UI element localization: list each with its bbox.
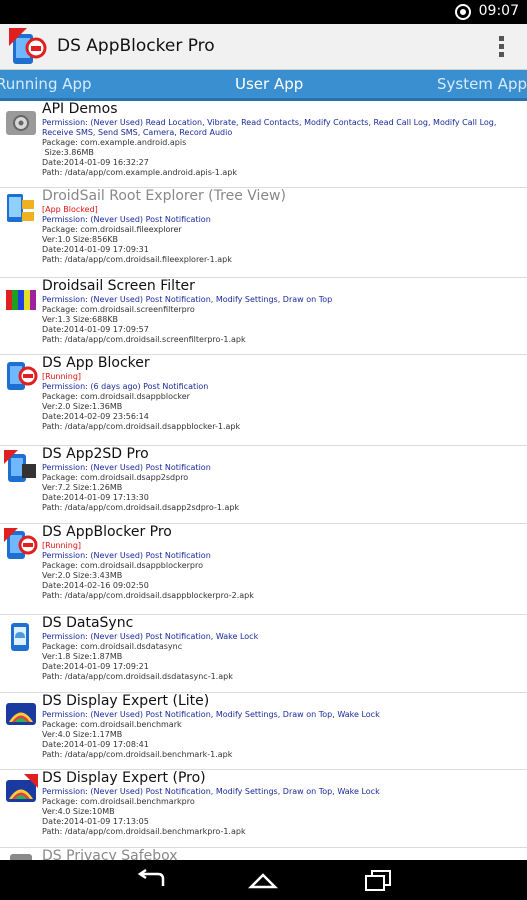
tab-bar: Running App User App System App	[0, 70, 527, 101]
gear-folder-icon	[6, 111, 36, 135]
overflow-menu-icon[interactable]	[499, 36, 505, 58]
app-name: DS Display Expert (Pro)	[42, 770, 206, 786]
app-name: DS App2SD Pro	[42, 446, 149, 462]
tab-user-app[interactable]: User App	[235, 75, 303, 93]
app-permission: Permission: (Never Used) Post Notificati…	[42, 787, 380, 796]
list-item[interactable]: API Demos Permission: (Never Used) Read …	[0, 101, 527, 188]
list-item[interactable]: DS Display Expert (Pro) Permission: (Nev…	[0, 770, 527, 848]
app-logo-icon[interactable]	[9, 28, 47, 66]
app-package: Package: com.droidsail.screenfilterpro	[42, 305, 195, 314]
app-package: Package: com.droidsail.benchmarkpro	[42, 797, 195, 806]
app-permission: Permission: (6 days ago) Post Notificati…	[42, 382, 209, 391]
app-permission: Permission: (Never Used) Post Notificati…	[42, 710, 380, 719]
recents-icon[interactable]	[363, 869, 393, 891]
app-name: DS Privacy Safebox	[42, 848, 178, 860]
list-item[interactable]: DS Display Expert (Lite) Permission: (Ne…	[0, 693, 527, 770]
app-blocker-icon	[7, 362, 38, 390]
datasync-icon	[11, 623, 29, 651]
app-path: Path: /data/app/com.droidsail.fileexplor…	[42, 255, 232, 264]
privacy-safebox-icon	[10, 854, 32, 860]
app-version-size: Ver:2.0 Size:1.36MB	[42, 402, 123, 411]
app-date: Date:2014-01-09 17:13:30	[42, 493, 149, 502]
app-package: Package: com.droidsail.dsapp2sdpro	[42, 473, 189, 482]
app-name: DS AppBlocker Pro	[42, 524, 172, 540]
status-bar: 09:07	[0, 0, 527, 24]
tab-system-app[interactable]: System App	[437, 75, 527, 93]
app-path: Path: /data/app/com.droidsail.screenfilt…	[42, 335, 246, 344]
navigation-bar	[0, 860, 527, 900]
app-permission: Permission: (Never Used) Post Notificati…	[42, 551, 211, 560]
app-name: Droidsail Screen Filter	[42, 278, 195, 294]
app-path: Path: /data/app/com.example.android.apis…	[42, 168, 237, 177]
app-date: Date:2014-01-09 16:32:27	[42, 158, 149, 167]
app-permission: Permission: (Never Used) Post Notificati…	[42, 463, 211, 472]
back-icon[interactable]	[136, 869, 166, 891]
app-permission: Permission: (Never Used) Post Notificati…	[42, 632, 259, 641]
list-item[interactable]: DS App Blocker [Running] Permission: (6 …	[0, 355, 527, 446]
app-package: Package: com.droidsail.dsappblocker	[42, 392, 190, 401]
app-version-size: Ver:2.0 Size:3.43MB	[42, 571, 123, 580]
app2sd-icon	[4, 450, 36, 482]
app-package: Package: com.droidsail.dsappblockerpro	[42, 561, 204, 570]
app-date: Date:2014-02-16 09:02:50	[42, 581, 149, 590]
app-name: DS Display Expert (Lite)	[42, 693, 210, 709]
app-package: Package: com.droidsail.benchmark	[42, 720, 182, 729]
app-list[interactable]: API Demos Permission: (Never Used) Read …	[0, 101, 527, 860]
app-path: Path: /data/app/com.droidsail.benchmarkp…	[42, 827, 246, 836]
list-item[interactable]: DroidSail Root Explorer (Tree View) [App…	[0, 188, 527, 278]
app-path: Path: /data/app/com.droidsail.dsapp2sdpr…	[42, 503, 240, 512]
app-status: [Running]	[42, 541, 82, 550]
app-permission: Permission: (Never Used) Read Location, …	[42, 118, 497, 137]
app-version-size: Ver:1.8 Size:1.87MB	[42, 652, 123, 661]
battery-icon	[455, 4, 471, 20]
app-path: Path: /data/app/com.droidsail.dsappblock…	[42, 422, 241, 431]
app-status: [Running]	[42, 372, 82, 381]
app-name: DroidSail Root Explorer (Tree View)	[42, 188, 286, 204]
color-bars-icon	[6, 290, 36, 310]
app-package: Package: com.droidsail.fileexplorer	[42, 225, 182, 234]
app-status: [App Blocked]	[42, 205, 98, 214]
tab-running-app[interactable]: Running App	[0, 75, 92, 93]
action-bar: DS AppBlocker Pro	[0, 24, 527, 70]
app-version-size: Ver:7.2 Size:1.26MB	[42, 483, 123, 492]
list-item[interactable]: DS DataSync Permission: (Never Used) Pos…	[0, 615, 527, 693]
app-version-size: Ver:4.0 Size:10MB	[42, 807, 115, 816]
list-item[interactable]: DS App2SD Pro Permission: (Never Used) P…	[0, 446, 527, 524]
app-name: DS App Blocker	[42, 355, 150, 371]
app-path: Path: /data/app/com.droidsail.dsdatasync…	[42, 672, 233, 681]
app-package: Package: com.droidsail.dsdatasync	[42, 642, 183, 651]
app-date: Date:2014-01-09 17:08:41	[42, 740, 149, 749]
app-name: DS DataSync	[42, 615, 134, 631]
app-path: Path: /data/app/com.droidsail.benchmark-…	[42, 750, 233, 759]
app-size: Size:3.86MB	[44, 148, 94, 157]
status-clock: 09:07	[478, 3, 519, 19]
app-date: Date:2014-01-09 17:09:21	[42, 662, 149, 671]
app-name: API Demos	[42, 101, 118, 117]
display-expert-icon	[6, 703, 36, 725]
app-package: Package: com.example.android.apis	[42, 138, 187, 147]
app-date: Date:2014-01-09 17:09:31	[42, 245, 149, 254]
list-item[interactable]: Droidsail Screen Filter Permission: (Nev…	[0, 278, 527, 355]
list-item[interactable]: DS AppBlocker Pro [Running] Permission: …	[0, 524, 527, 615]
app-path: Path: /data/app/com.droidsail.dsappblock…	[42, 591, 254, 600]
app-version-size: Ver:1.3 Size:688KB	[42, 315, 119, 324]
home-icon[interactable]	[248, 869, 278, 891]
app-date: Date:2014-01-09 17:09:57	[42, 325, 149, 334]
app-date: Date:2014-02-09 23:56:14	[42, 412, 149, 421]
app-date: Date:2014-01-09 17:13:05	[42, 817, 149, 826]
app-permission: Permission: (Never Used) Post Notificati…	[42, 295, 333, 304]
display-expert-pro-icon	[6, 774, 38, 802]
app-permission: Permission: (Never Used) Post Notificati…	[42, 215, 211, 224]
app-version-size: Ver:1.0 Size:856KB	[42, 235, 119, 244]
app-title: DS AppBlocker Pro	[57, 36, 215, 56]
file-explorer-icon	[7, 194, 34, 222]
app-version-size: Ver:4.0 Size:1.17MB	[42, 730, 123, 739]
list-item[interactable]: DS Privacy Safebox	[0, 848, 527, 860]
appblocker-pro-icon	[4, 528, 38, 559]
